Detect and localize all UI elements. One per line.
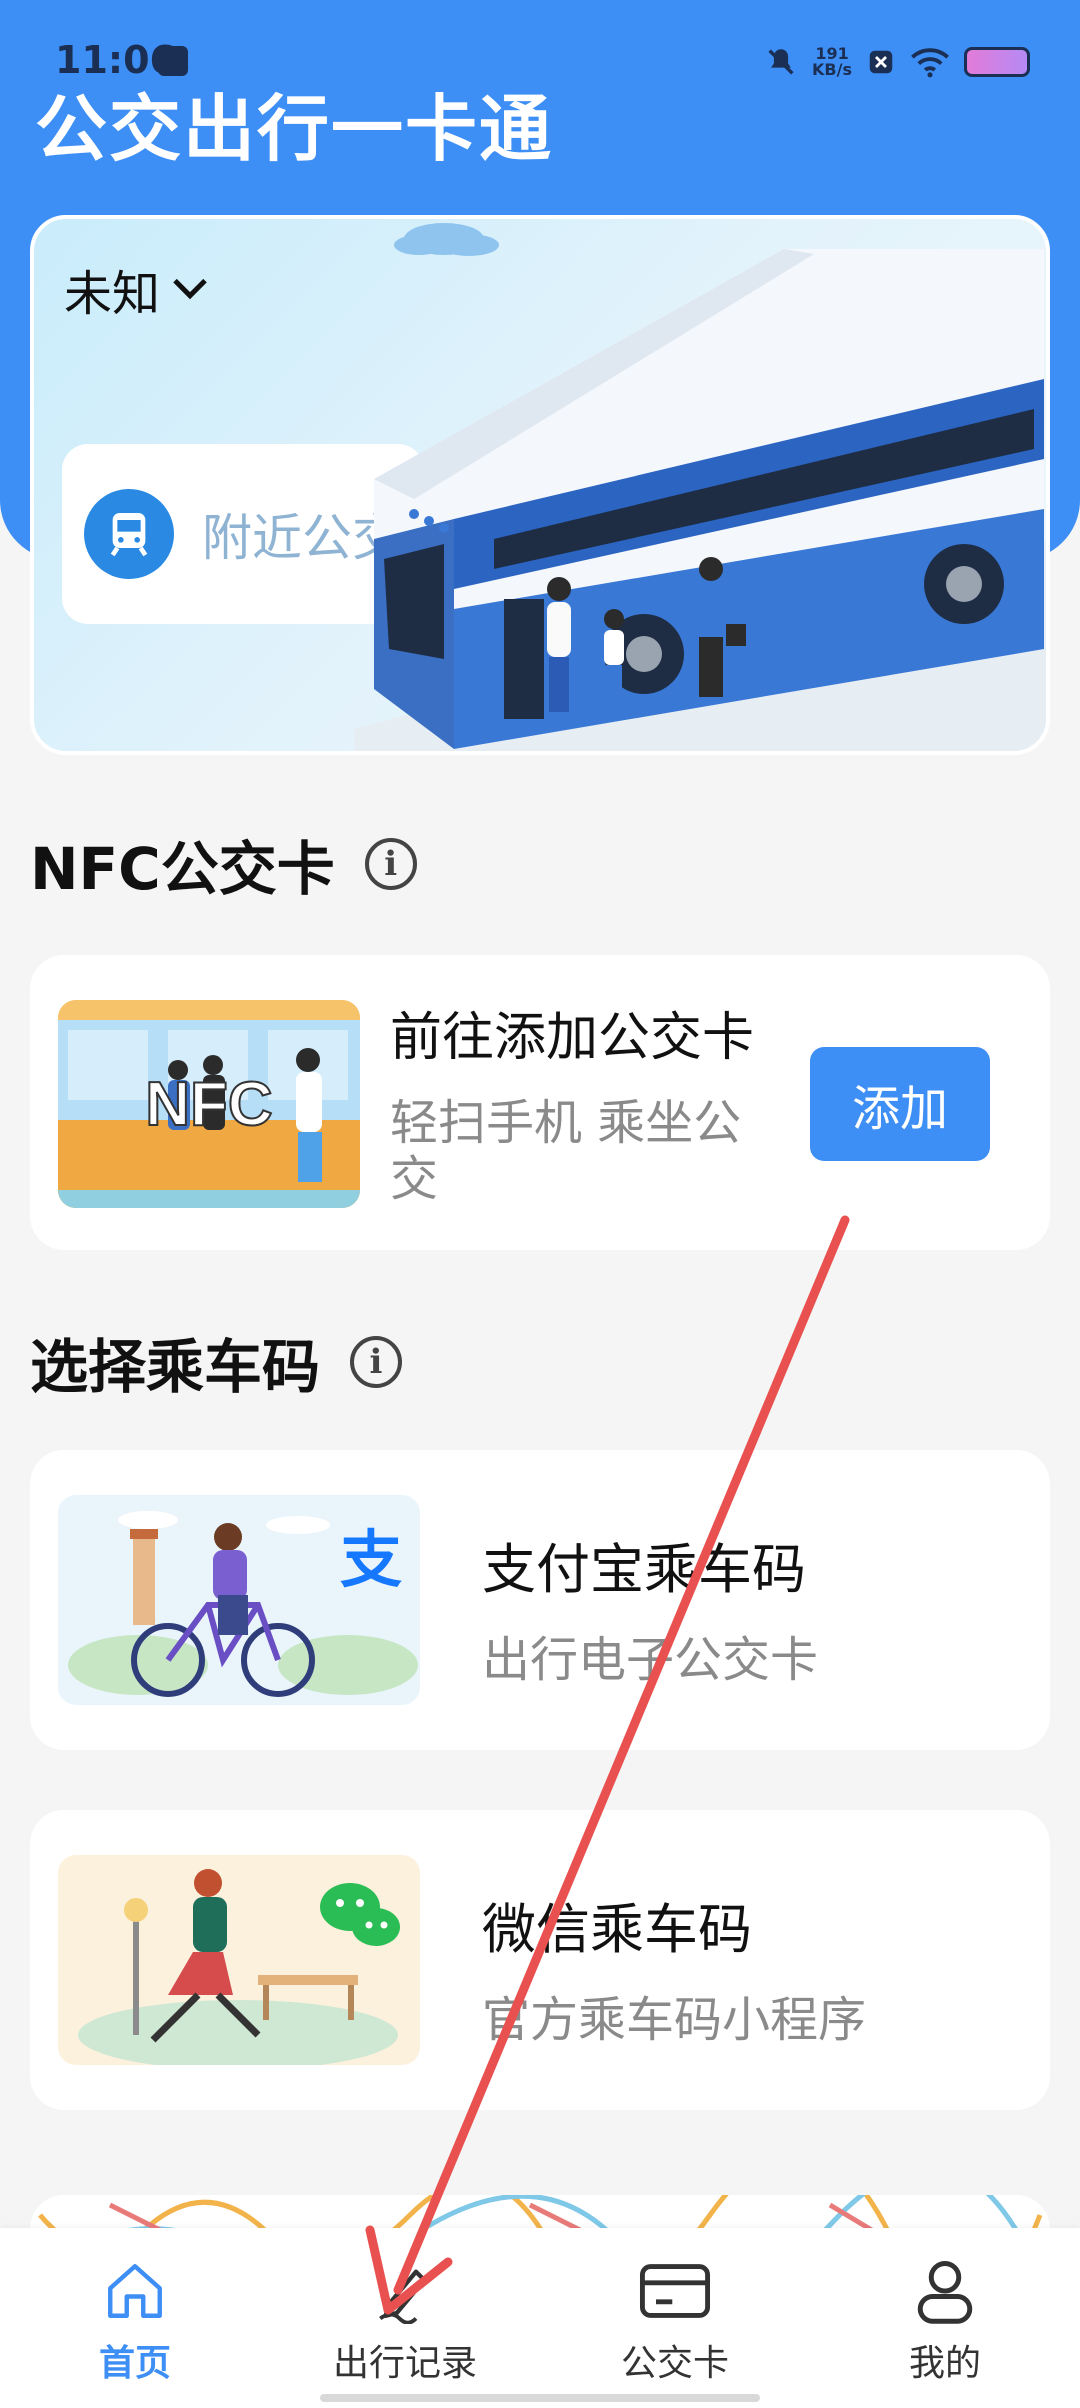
nfc-section-label: NFC公交卡 [30,835,335,903]
nav-item-home[interactable]: 首页 [35,2258,235,2386]
home-indicator[interactable] [320,2394,760,2402]
card-icon [639,2264,711,2318]
nfc-thumb-text: NFC [145,1070,272,1139]
wechat-ride-code-title: 微信乘车码 [482,1898,752,1961]
battery-icon [964,47,1030,77]
alipay-ride-code-title: 支付宝乘车码 [482,1538,806,1601]
alipay-ride-code-card[interactable]: 支 支付宝乘车码 出行电子公交卡 [30,1450,1050,1750]
banner[interactable]: 未知 附近公交 [30,215,1050,755]
alipay-logo-icon: 支 [339,1523,402,1596]
network-speed: 191 KB/s [812,44,852,79]
bus-illustration [354,223,1046,751]
home-icon [108,2264,162,2318]
add-bus-card-subtitle: 轻扫手机 乘坐公交 [390,1095,742,1207]
app-title: 公交出行一卡通 [35,87,554,171]
add-bus-card-panel[interactable]: NFC 前往添加公交卡 轻扫手机 乘坐公交 添加 [30,955,1050,1250]
wechat-illustration [58,1855,420,2065]
add-bus-card-title: 前往添加公交卡 [390,1008,755,1068]
app-screen: 11:06 191 KB/s 公交出行一卡通 未知 附近公交 NFC公交卡 i … [0,0,1080,2408]
info-icon[interactable]: i [364,838,417,890]
nfc-section-title: NFC公交卡 i [30,822,417,906]
bus-icon [84,489,174,579]
info-icon[interactable]: i [350,1336,403,1388]
nav-label-mine: 我的 [908,2343,981,2384]
sim-icon [869,50,893,74]
alipay-illustration: 支 [58,1495,420,1705]
code-section-label: 选择乘车码 [30,1333,321,1401]
nav-item-trip-records[interactable]: 出行记录 [305,2258,505,2386]
city-selector[interactable]: 未知 [64,254,210,324]
wechat-ride-code-subtitle: 官方乘车码小程序 [482,1992,867,2048]
chevron-down-icon [173,278,207,300]
pen-icon [379,2269,427,2324]
nav-label-trip-records: 出行记录 [332,2343,477,2384]
bell-muted-icon [768,49,794,75]
nfc-illustration: NFC [58,1000,360,1208]
bottom-nav: 首页 出行记录 公交卡 我的 [0,2228,1080,2408]
add-button[interactable]: 添加 [810,1047,990,1161]
wechat-ride-code-card[interactable]: 微信乘车码 官方乘车码小程序 [30,1810,1050,2110]
status-icons: 191 KB/s [764,42,1030,82]
nav-label-home: 首页 [98,2343,171,2384]
city-label: 未知 [64,266,161,322]
nav-item-bus-card[interactable]: 公交卡 [575,2258,775,2386]
wifi-icon [911,48,949,78]
nav-item-mine[interactable]: 我的 [845,2258,1045,2386]
person-icon [917,2261,973,2324]
nav-label-bus-card: 公交卡 [620,2343,729,2384]
code-section-title: 选择乘车码 i [30,1320,403,1404]
alipay-ride-code-subtitle: 出行电子公交卡 [482,1632,819,1688]
